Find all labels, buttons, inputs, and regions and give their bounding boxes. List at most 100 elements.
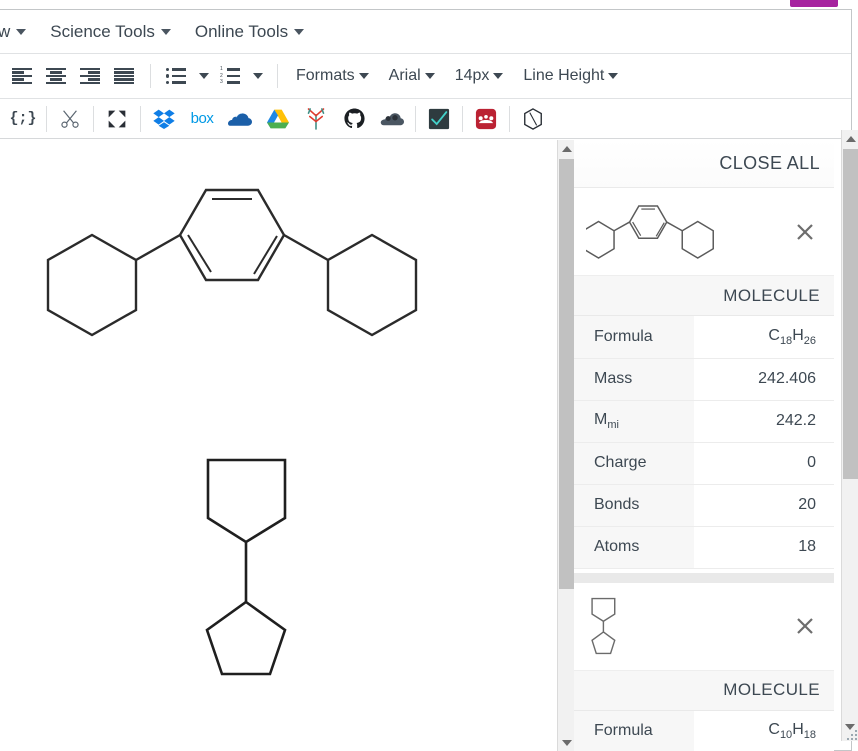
align-center-button[interactable] [39, 59, 73, 93]
fullscreen-button[interactable] [98, 103, 136, 135]
card-separator [574, 572, 834, 583]
numbered-list-dropdown[interactable] [246, 59, 268, 93]
toolbar-divider [462, 105, 463, 132]
canvas-scroll-thumb[interactable] [559, 159, 574, 589]
molecule-bicyclopentyl[interactable] [180, 450, 340, 680]
align-justify-button[interactable] [107, 59, 141, 93]
molecule-card-header [574, 582, 834, 671]
nutstore-button[interactable] [297, 103, 335, 135]
formats-dropdown-label: Formats [296, 67, 355, 84]
toolbar-divider [93, 105, 94, 132]
chevron-down-icon [358, 73, 369, 79]
thumbnail-dicyclohexylbenzene-icon [586, 204, 714, 259]
validate-button[interactable] [420, 103, 458, 135]
google-drive-button[interactable] [259, 103, 297, 135]
molecule-1-3-dicyclohexylbenzene[interactable] [40, 155, 420, 365]
dropbox-icon [153, 109, 175, 129]
chevron-down-icon [608, 73, 619, 79]
align-right-button[interactable] [73, 59, 107, 93]
dropbox-button[interactable] [145, 103, 183, 135]
property-label-formula: Formula [574, 710, 694, 751]
checkmark-badge-icon [428, 108, 450, 129]
table-row: Mass 242.406 [574, 358, 834, 401]
menu-item-view-label: w [0, 21, 11, 41]
molecule-card: MOLECULE Formula C10H18 [574, 582, 834, 751]
document-canvas[interactable] [0, 140, 557, 751]
panel-scrollbar[interactable] [841, 130, 858, 741]
github-button[interactable] [335, 103, 373, 135]
close-all-button[interactable]: CLOSE ALL [719, 153, 820, 174]
molecule-button[interactable] [514, 103, 552, 135]
molecule-type-text: MOLECULE [723, 680, 820, 699]
mendeley-button[interactable] [467, 103, 505, 135]
property-label-mmi: Mmi [574, 400, 694, 443]
property-value-formula: C18H26 [694, 316, 834, 359]
molecule-thumbnail[interactable] [582, 595, 790, 657]
google-drive-icon [267, 109, 289, 128]
menu-item-online-tools-label: Online Tools [194, 21, 289, 41]
font-family-dropdown[interactable]: Arial [380, 59, 446, 93]
table-row: Formula C10H18 [574, 710, 834, 751]
onedrive-icon [228, 112, 252, 126]
chevron-down-icon [493, 73, 504, 79]
property-value-atoms: 18 [694, 526, 834, 569]
menu-item-science-tools[interactable]: Science Tools [40, 18, 181, 46]
table-row: Charge 0 [574, 442, 834, 485]
molecule-card: MOLECULE Formula C18H26 Mass 242.406 Mmi… [574, 188, 834, 569]
triangle-up-icon [845, 135, 856, 142]
molecule-thumbnail[interactable] [582, 201, 790, 263]
molecule-detail-panel: CLOSE ALL MOLECULE Formula C18H26 Mass 2… [574, 140, 834, 751]
thumbnail-bicyclopentyl-icon [591, 597, 616, 655]
resize-grip[interactable] [843, 724, 857, 740]
jianguoyun-icon [307, 107, 325, 130]
align-center-icon [46, 68, 66, 84]
panel-scroll-thumb[interactable] [843, 149, 858, 479]
canvas-scrollbar[interactable] [557, 140, 575, 751]
toolbar-divider [150, 64, 151, 88]
toolbar-divider [277, 64, 278, 88]
main-area: CLOSE ALL MOLECULE Formula C18H26 Mass 2… [0, 140, 851, 751]
molecule-type-label: MOLECULE [574, 670, 834, 711]
chevron-down-icon [253, 73, 263, 79]
chevron-down-icon [16, 28, 27, 35]
toolbar-divider [415, 105, 416, 132]
detail-panel-content: CLOSE ALL MOLECULE Formula C18H26 Mass 2… [574, 140, 834, 751]
property-value-bonds: 20 [694, 484, 834, 527]
property-label-bonds: Bonds [574, 484, 694, 527]
owncloud-icon [380, 113, 404, 126]
font-size-dropdown[interactable]: 14px [446, 59, 515, 93]
align-justify-icon [114, 68, 134, 84]
scissors-icon [61, 109, 79, 128]
table-row: Mmi 242.2 [574, 400, 834, 443]
font-size-dropdown-label: 14px [454, 67, 490, 84]
box-button[interactable]: box [183, 103, 221, 135]
application-window: w Science Tools Online Tools 1 2 3 Forma… [0, 0, 858, 751]
source-code-button[interactable]: {;} [4, 103, 42, 135]
line-height-dropdown[interactable]: Line Height [514, 59, 629, 93]
integrations-toolbar: {;} box [0, 99, 851, 139]
source-code-icon: {;} [9, 110, 37, 127]
align-left-button[interactable] [5, 59, 39, 93]
triangle-down-icon [561, 739, 572, 746]
close-molecule-card-button[interactable] [790, 217, 820, 247]
panel-scroll-up-button[interactable] [842, 130, 858, 147]
triangle-up-icon [561, 145, 572, 152]
mendeley-icon [475, 108, 497, 129]
fullscreen-icon [108, 110, 126, 127]
onedrive-button[interactable] [221, 103, 259, 135]
menu-item-view[interactable]: w [0, 18, 36, 46]
chevron-down-icon [294, 28, 305, 35]
canvas-scroll-down-button[interactable] [558, 734, 575, 751]
canvas-scroll-up-button[interactable] [558, 140, 575, 157]
cut-button[interactable] [51, 103, 89, 135]
formats-dropdown[interactable]: Formats [287, 59, 380, 93]
menu-item-online-tools[interactable]: Online Tools [185, 18, 314, 46]
bullet-list-button[interactable] [160, 59, 192, 93]
bullet-list-dropdown[interactable] [192, 59, 214, 93]
format-toolbar: 1 2 3 Formats Arial 14px Line Height [0, 54, 851, 99]
owncloud-button[interactable] [373, 103, 411, 135]
molecule-card-header [574, 188, 834, 276]
property-label-charge: Charge [574, 442, 694, 485]
numbered-list-button[interactable]: 1 2 3 [214, 59, 246, 93]
close-molecule-card-button[interactable] [790, 611, 820, 641]
